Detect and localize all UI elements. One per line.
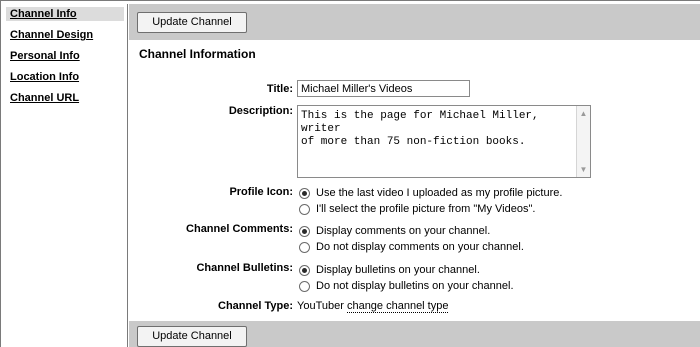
radio-label: Do not display bulletins on your channel… bbox=[316, 280, 514, 292]
update-channel-button-top[interactable]: Update Channel bbox=[137, 12, 247, 33]
channel-type-value: YouTuber bbox=[297, 300, 344, 312]
channel-bulletins-label: Channel Bulletins: bbox=[196, 262, 293, 274]
radio-label: Use the last video I uploaded as my prof… bbox=[316, 187, 563, 199]
sidebar: Channel Info Channel Design Personal Inf… bbox=[4, 4, 128, 347]
radio-button[interactable] bbox=[299, 280, 310, 292]
description-text: This is the page for Michael Miller, wri… bbox=[301, 110, 539, 148]
title-input[interactable] bbox=[297, 80, 470, 97]
radio-label: I'll select the profile picture from "My… bbox=[316, 203, 536, 215]
description-scrollbar[interactable]: ▲ ▼ bbox=[576, 106, 590, 177]
channel-comments-label: Channel Comments: bbox=[186, 223, 293, 235]
scroll-down-icon[interactable]: ▼ bbox=[579, 165, 588, 174]
section-title: Channel Information bbox=[139, 47, 256, 61]
radio-label: Display bulletins on your channel. bbox=[316, 264, 480, 276]
radio-button[interactable] bbox=[299, 264, 310, 276]
update-channel-button-bottom[interactable]: Update Channel bbox=[137, 326, 247, 347]
radio-button[interactable] bbox=[299, 203, 310, 215]
radio-button[interactable] bbox=[299, 241, 310, 253]
sidebar-item-channel-design[interactable]: Channel Design bbox=[10, 28, 124, 42]
comments-option-hide[interactable]: Do not display comments on your channel. bbox=[299, 240, 524, 254]
channel-type-label: Channel Type: bbox=[218, 300, 293, 312]
profile-icon-option-select[interactable]: I'll select the profile picture from "My… bbox=[299, 202, 535, 216]
title-label: Title: bbox=[266, 83, 293, 95]
bottom-toolbar: Update Channel bbox=[129, 321, 700, 347]
description-textarea[interactable]: This is the page for Michael Miller, wri… bbox=[297, 105, 591, 178]
profile-icon-option-last-video[interactable]: Use the last video I uploaded as my prof… bbox=[299, 186, 562, 200]
profile-icon-label: Profile Icon: bbox=[229, 186, 293, 198]
sidebar-item-channel-url[interactable]: Channel URL bbox=[10, 91, 124, 105]
main-panel: Update Channel Channel Information Title… bbox=[129, 4, 700, 347]
sidebar-item-location-info[interactable]: Location Info bbox=[10, 70, 124, 84]
change-channel-type-link[interactable]: change channel type bbox=[346, 300, 449, 313]
channel-type-row: YouTuber change channel type bbox=[297, 300, 449, 313]
radio-label: Display comments on your channel. bbox=[316, 225, 491, 237]
comments-option-display[interactable]: Display comments on your channel. bbox=[299, 224, 490, 238]
radio-button[interactable] bbox=[299, 225, 310, 237]
scroll-up-icon[interactable]: ▲ bbox=[579, 109, 588, 118]
bulletins-option-hide[interactable]: Do not display bulletins on your channel… bbox=[299, 279, 514, 293]
sidebar-item-channel-info[interactable]: Channel Info bbox=[6, 7, 124, 21]
bulletins-option-display[interactable]: Display bulletins on your channel. bbox=[299, 263, 480, 277]
description-label: Description: bbox=[228, 105, 293, 117]
radio-label: Do not display comments on your channel. bbox=[316, 241, 524, 253]
radio-button[interactable] bbox=[299, 187, 310, 199]
sidebar-item-personal-info[interactable]: Personal Info bbox=[10, 49, 124, 63]
top-toolbar: Update Channel bbox=[129, 4, 700, 40]
